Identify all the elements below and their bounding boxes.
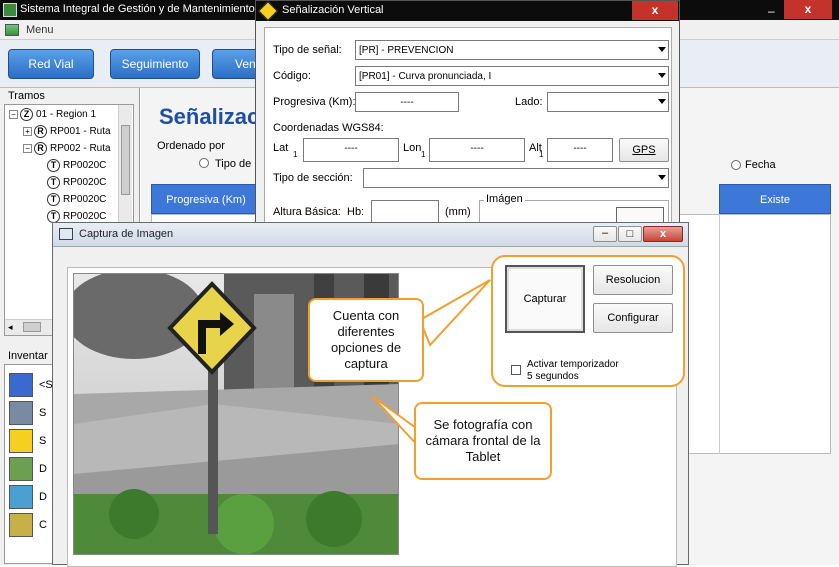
callout-capture-options: Cuenta con diferentes opciones de captur…: [308, 298, 424, 382]
callout-front-camera: Se fotografía con cámara frontal de la T…: [414, 402, 552, 480]
callout-pointers: [371, 279, 491, 452]
